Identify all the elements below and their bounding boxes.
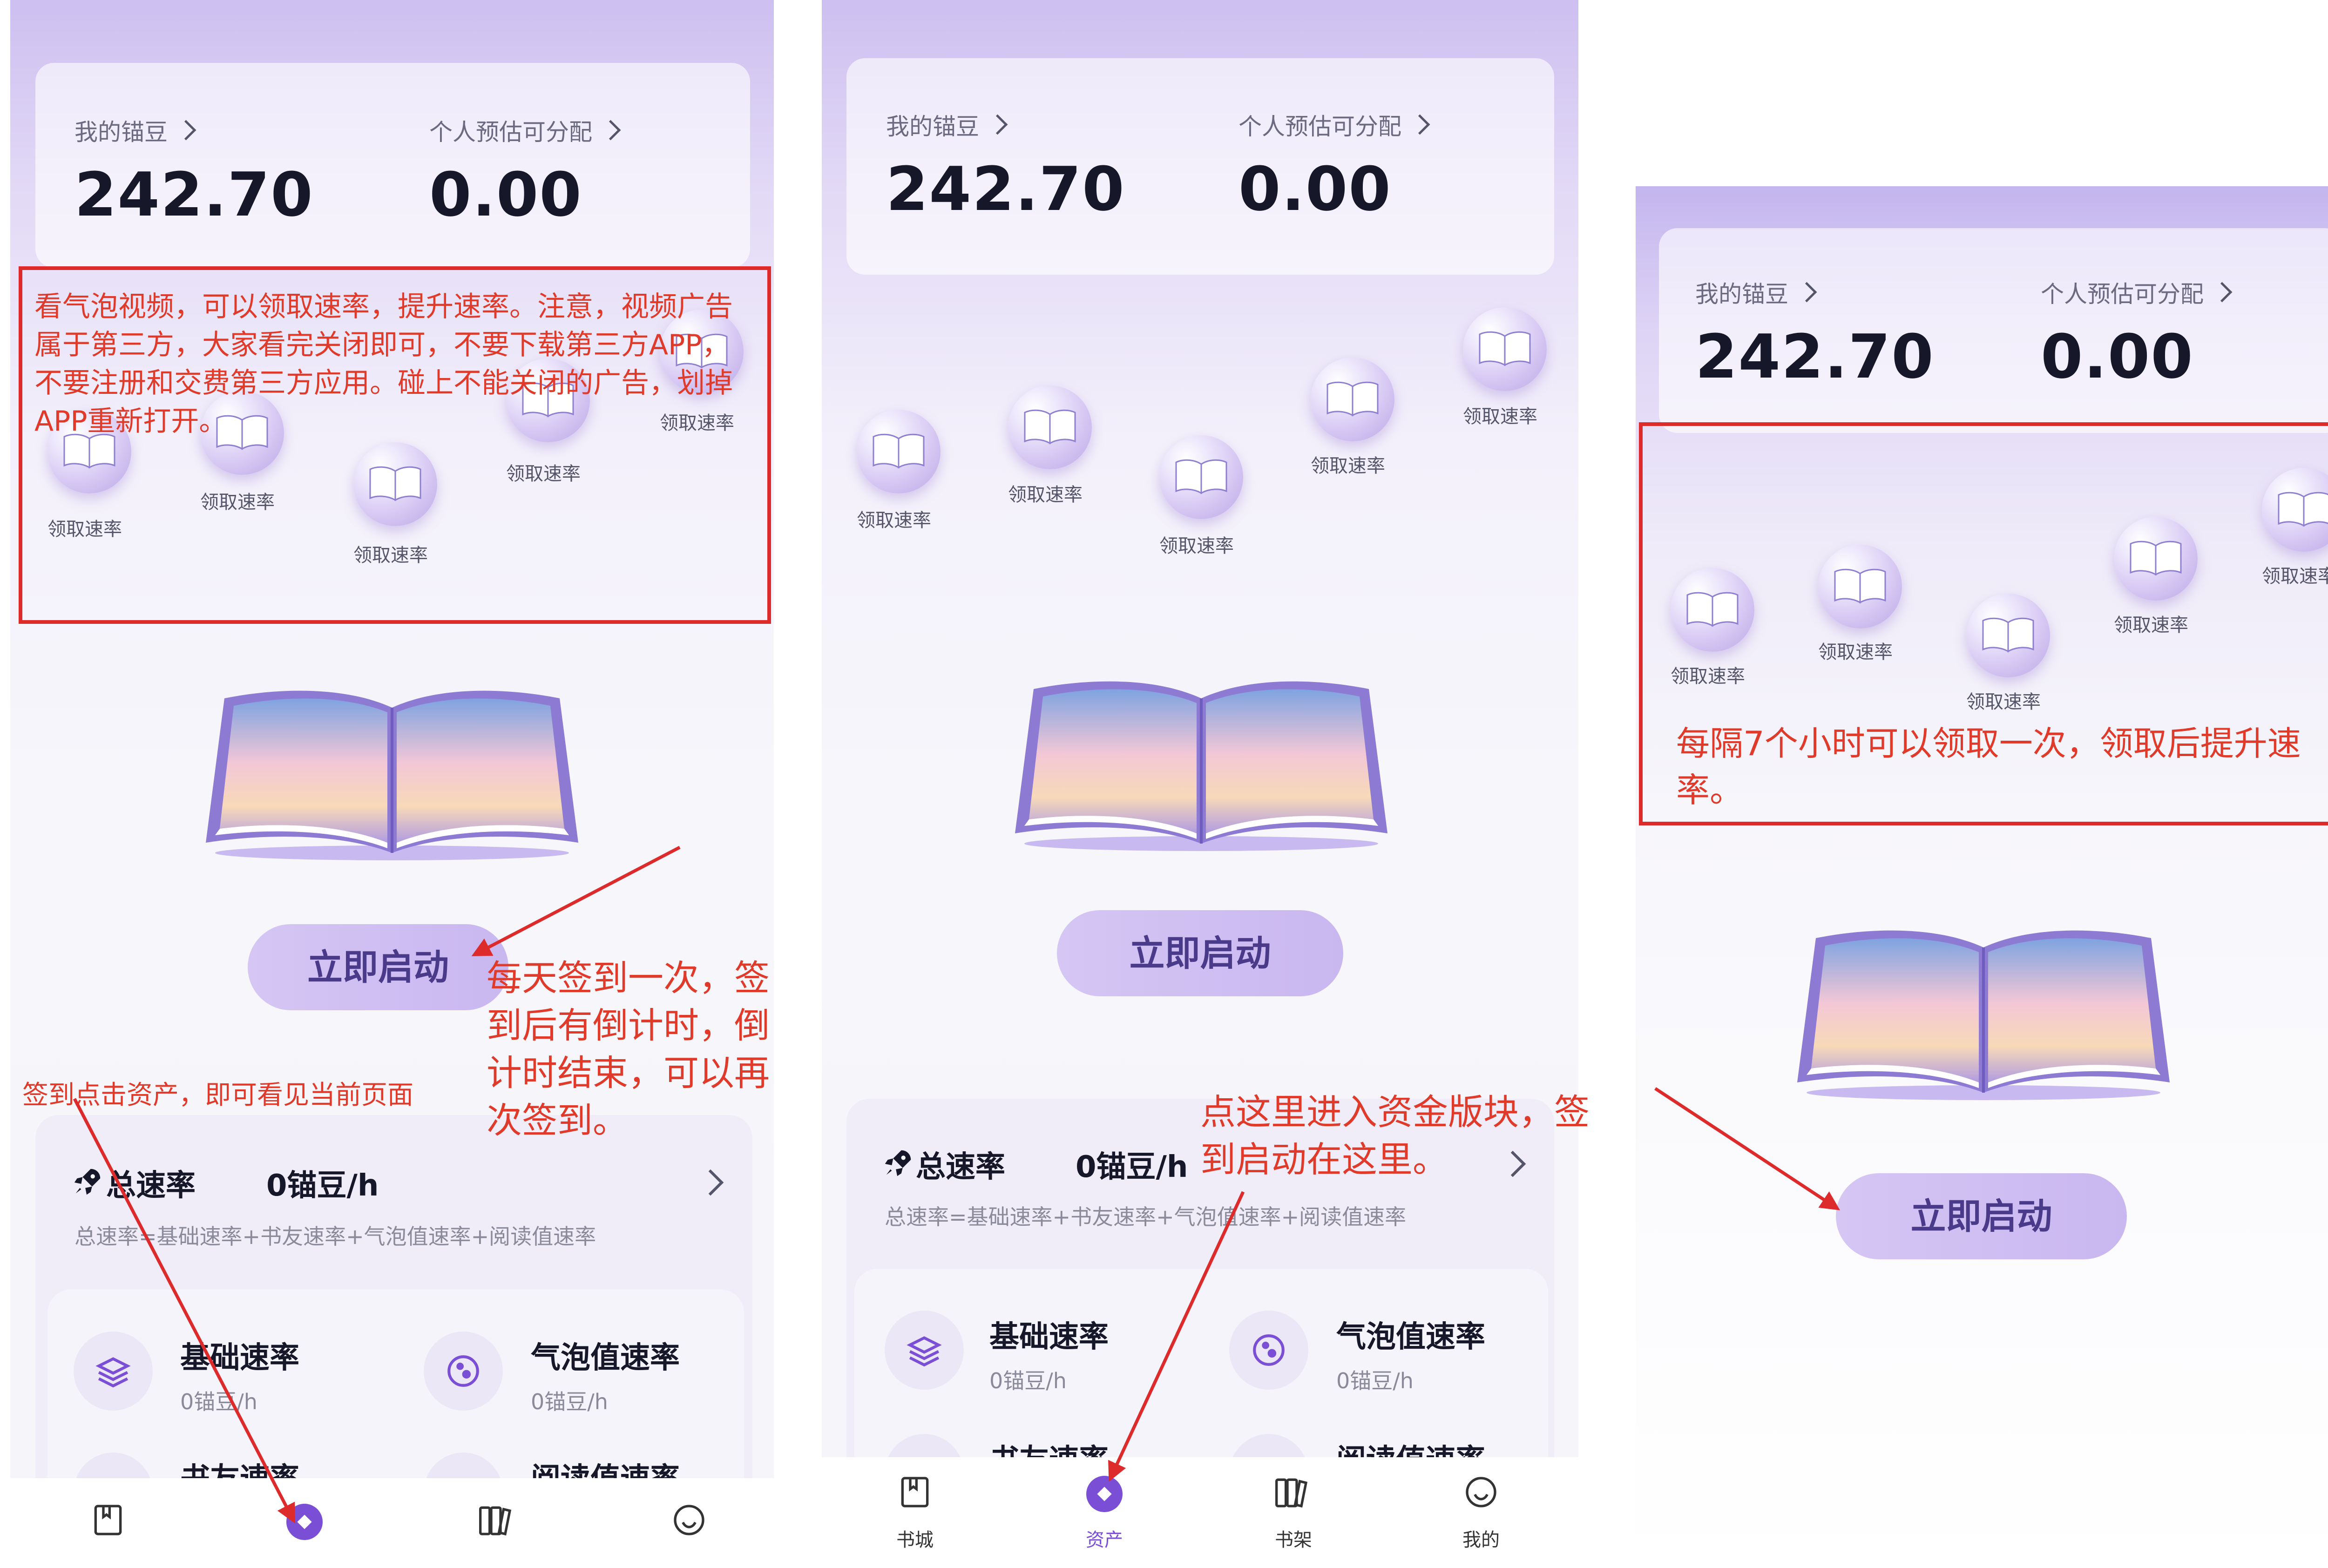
annotation-arrows bbox=[73, 845, 1841, 1524]
